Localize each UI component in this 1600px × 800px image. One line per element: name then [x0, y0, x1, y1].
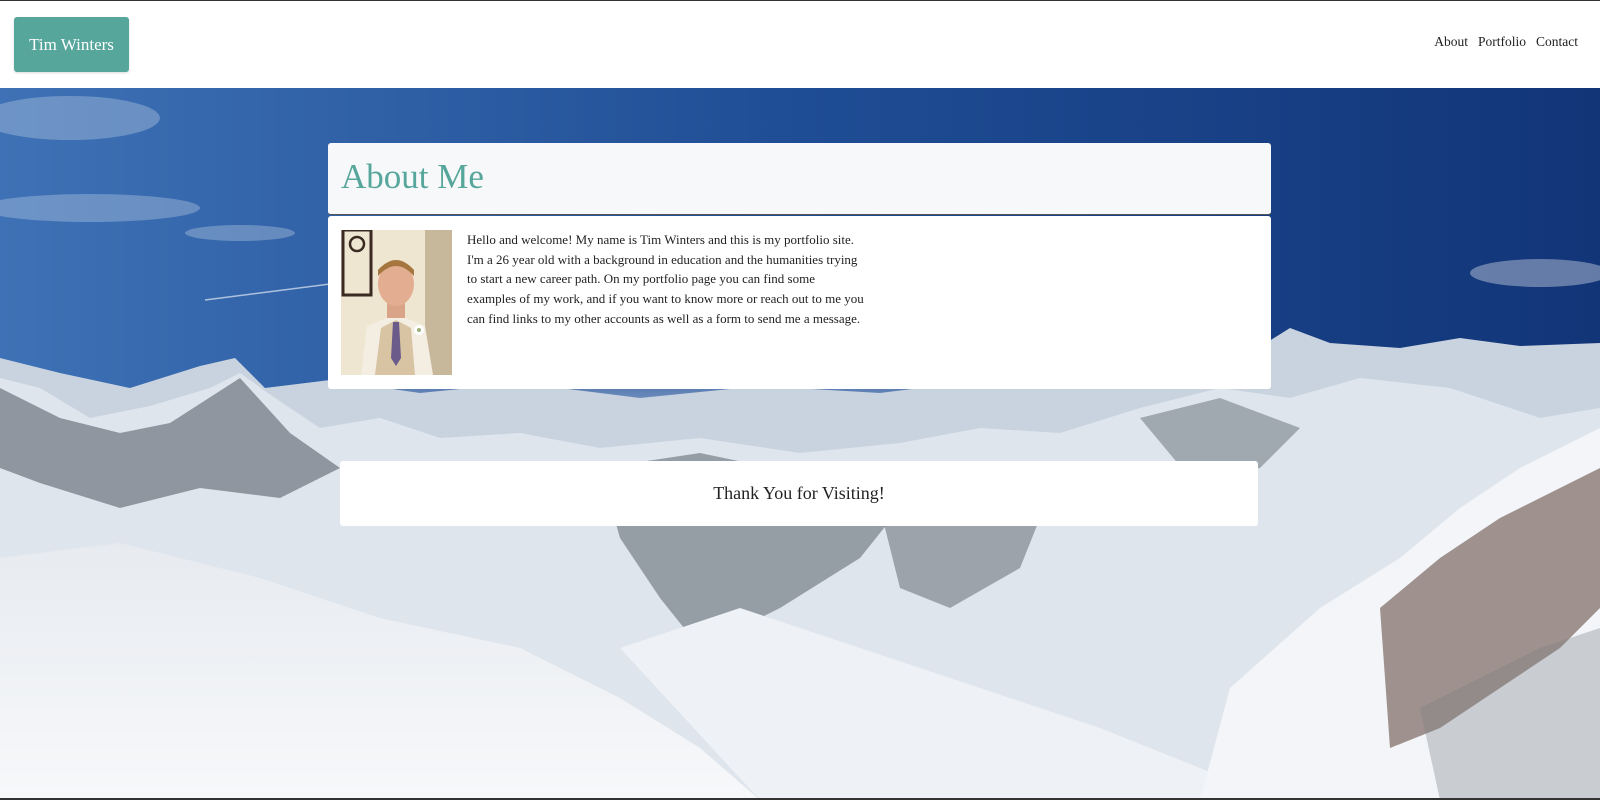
nav-links: About Portfolio Contact: [1434, 34, 1578, 50]
nav-link-about[interactable]: About: [1434, 34, 1468, 50]
profile-photo-art: [341, 230, 452, 375]
about-title: About Me: [341, 157, 484, 196]
about-body-card: Hello and welcome! My name is Tim Winter…: [328, 216, 1271, 389]
brand-button[interactable]: Tim Winters: [14, 17, 129, 72]
bio-text: Hello and welcome! My name is Tim Winter…: [467, 232, 864, 326]
nav-link-contact[interactable]: Contact: [1536, 34, 1578, 50]
top-border: [0, 0, 1600, 1]
profile-photo: [341, 230, 452, 375]
about-header-card: About Me: [328, 143, 1271, 215]
thank-you-text: Thank You for Visiting!: [713, 483, 885, 503]
navbar: Tim Winters About Portfolio Contact: [0, 1, 1600, 88]
nav-link-portfolio[interactable]: Portfolio: [1478, 34, 1526, 50]
thank-you-card: Thank You for Visiting!: [340, 461, 1258, 526]
